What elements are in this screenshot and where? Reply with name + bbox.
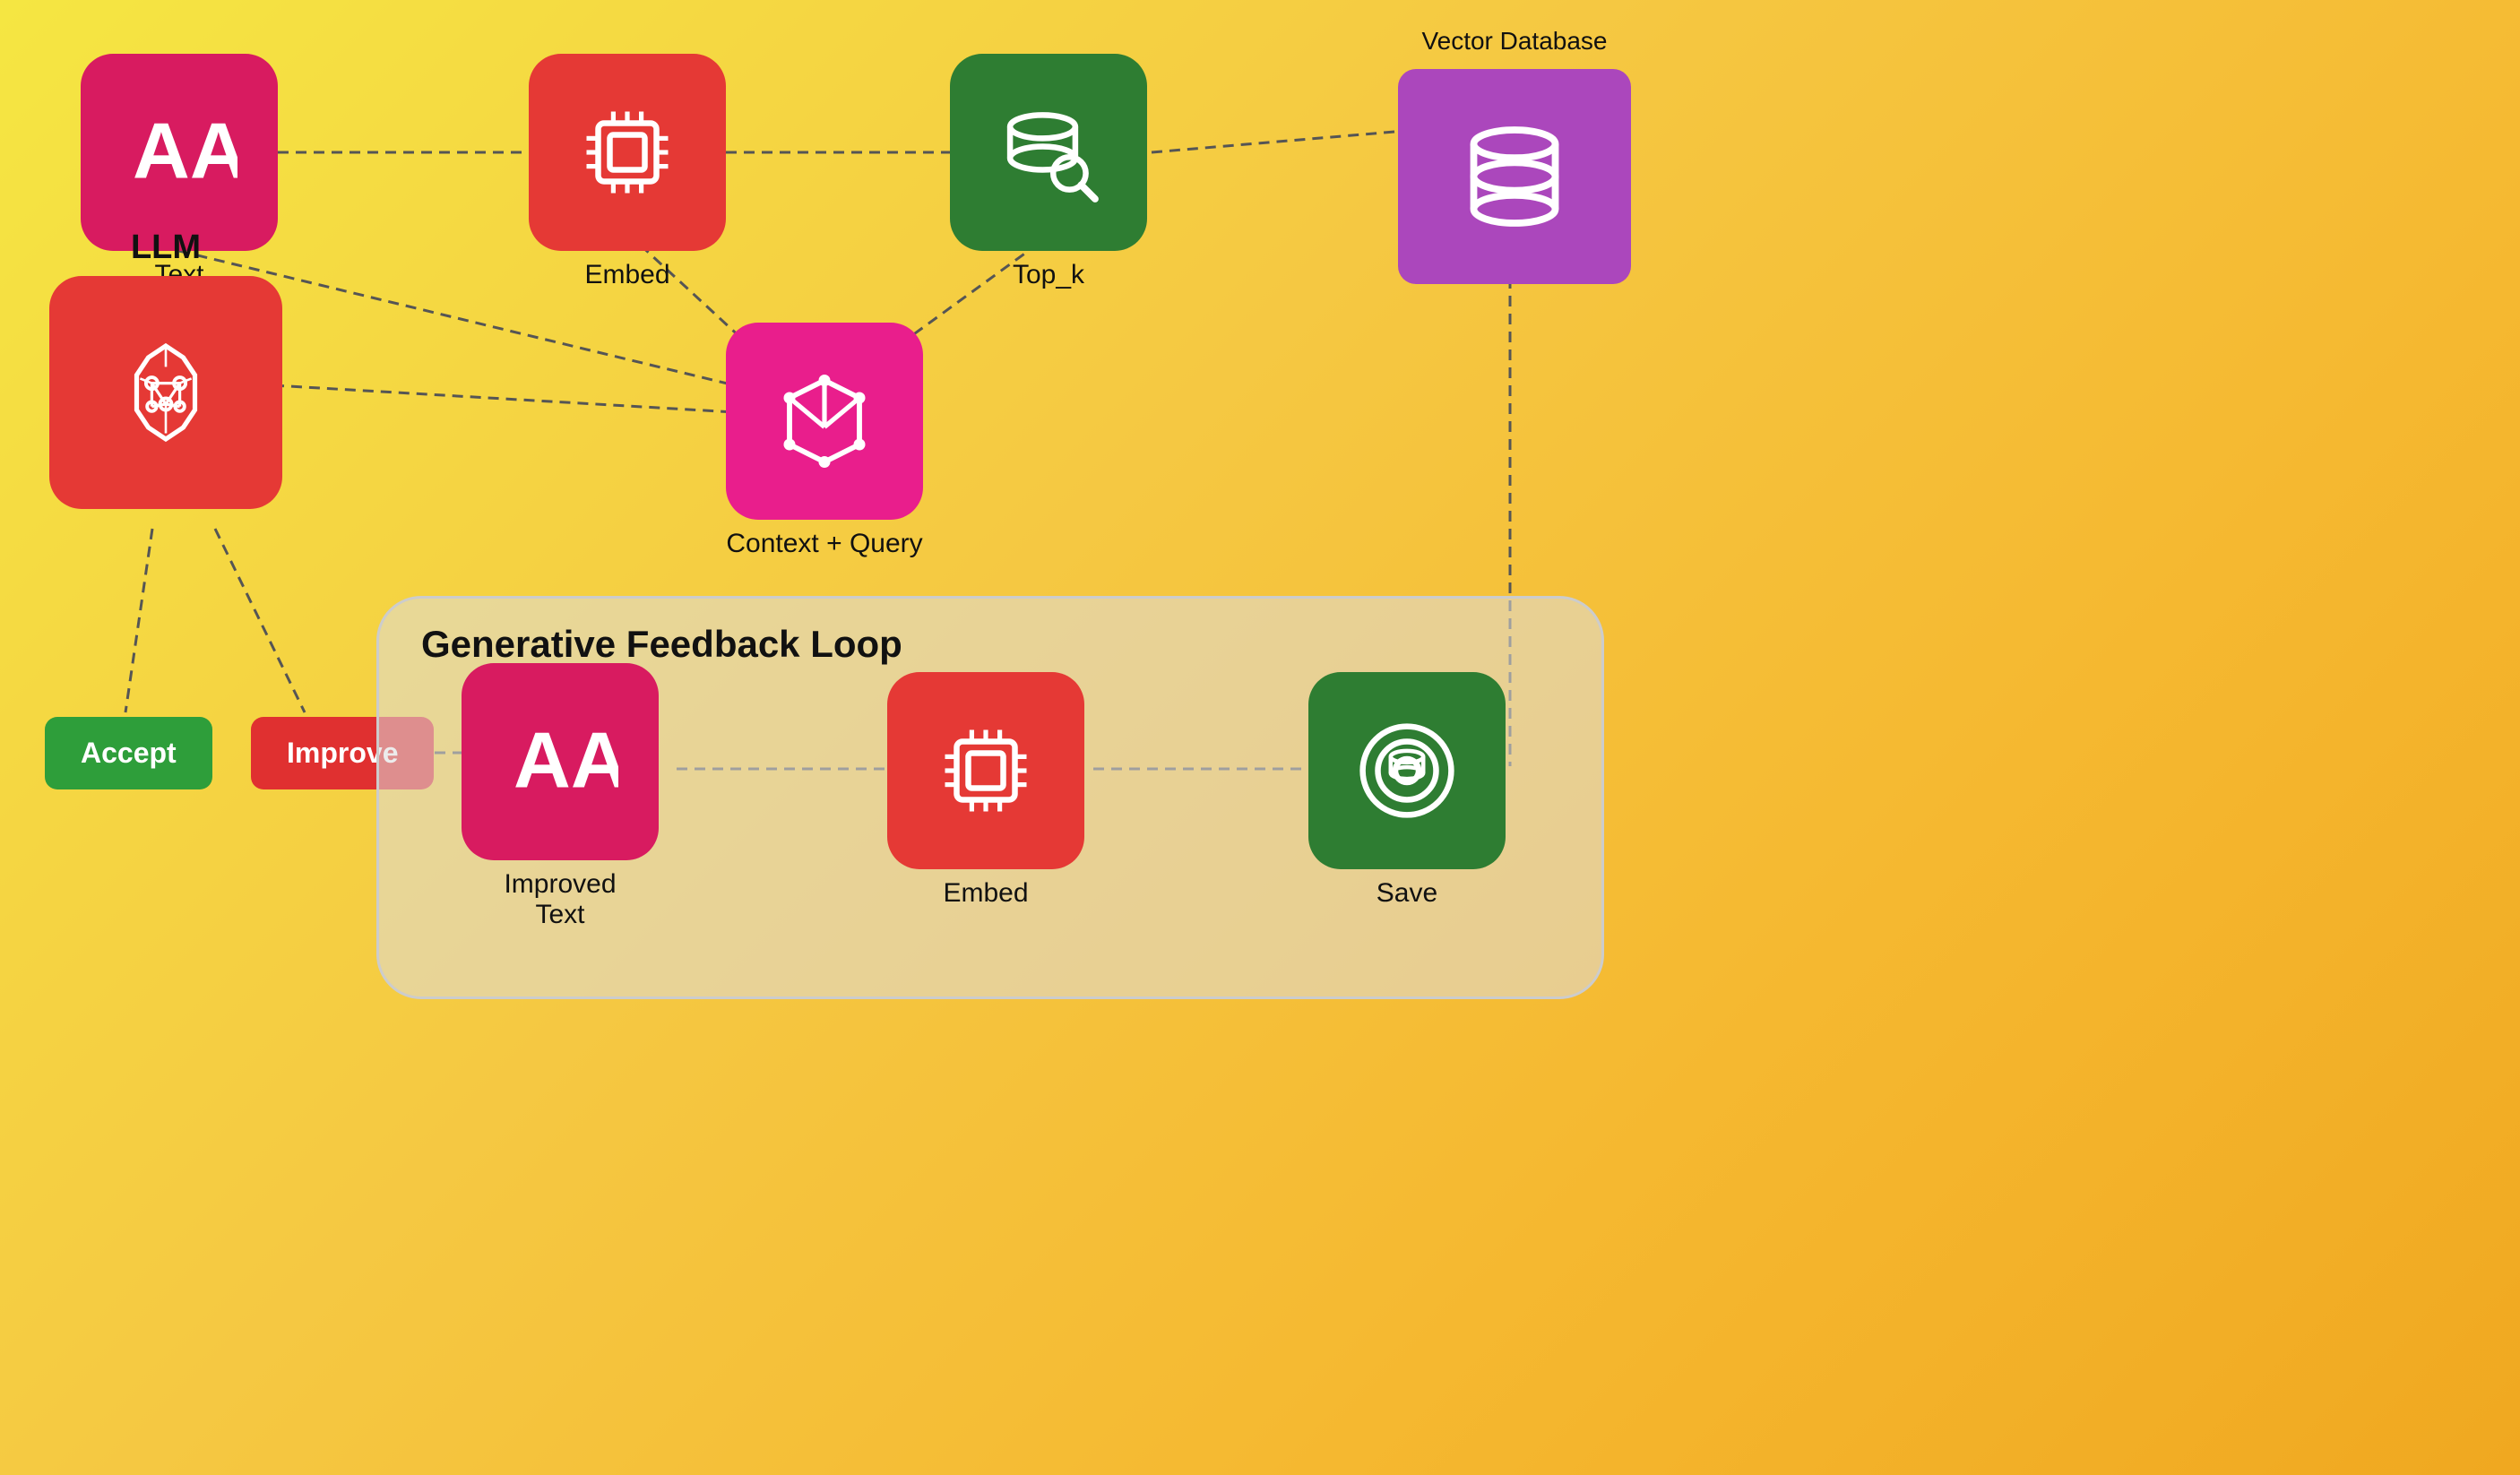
- feedback-loop-title: Generative Feedback Loop: [421, 623, 902, 666]
- accept-button[interactable]: Accept: [45, 717, 212, 789]
- vector-db-node: Vector Database: [1398, 27, 1631, 284]
- save-node: Save: [1308, 672, 1506, 909]
- embed-feedback-node: Embed: [887, 672, 1084, 909]
- embed-top-node: Embed: [529, 54, 726, 290]
- improved-text-icon-box: AA: [462, 663, 659, 860]
- save-label: Save: [1377, 878, 1437, 909]
- svg-text:AA: AA: [133, 107, 237, 195]
- context-query-label: Context + Query: [726, 529, 922, 559]
- context-query-node: Context + Query: [726, 323, 923, 559]
- save-icon: [1349, 712, 1465, 829]
- text-icon: AA: [121, 94, 237, 211]
- chip-icon: [569, 94, 686, 211]
- save-icon-box: [1308, 672, 1506, 869]
- svg-text:AA: AA: [513, 716, 618, 805]
- search-db-icon: [990, 94, 1107, 211]
- chip-icon-2: [928, 712, 1044, 829]
- llm-node: LLM: [49, 229, 282, 509]
- topk-node: Top_k: [950, 54, 1147, 290]
- llm-icon-box: [49, 276, 282, 509]
- improved-text-icon: AA: [502, 703, 618, 820]
- embed-top-label: Embed: [584, 260, 669, 290]
- text-icon-box: AA: [81, 54, 278, 251]
- improved-text-label: Improved Text: [504, 869, 616, 930]
- topk-label: Top_k: [1013, 260, 1084, 290]
- embed-top-icon-box: [529, 54, 726, 251]
- llm-label: LLM: [131, 229, 201, 267]
- improved-text-node: AA Improved Text: [462, 663, 659, 930]
- accept-label: Accept: [81, 737, 177, 770]
- embed-feedback-icon-box: [887, 672, 1084, 869]
- cube-icon: [766, 363, 883, 479]
- topk-icon-box: [950, 54, 1147, 251]
- db-icon: [1456, 118, 1573, 235]
- vector-db-label: Vector Database: [1421, 27, 1607, 56]
- context-query-icon-box: [726, 323, 923, 520]
- embed-feedback-label: Embed: [943, 878, 1028, 909]
- vector-db-icon-box: [1398, 69, 1631, 284]
- brain-icon: [108, 334, 224, 451]
